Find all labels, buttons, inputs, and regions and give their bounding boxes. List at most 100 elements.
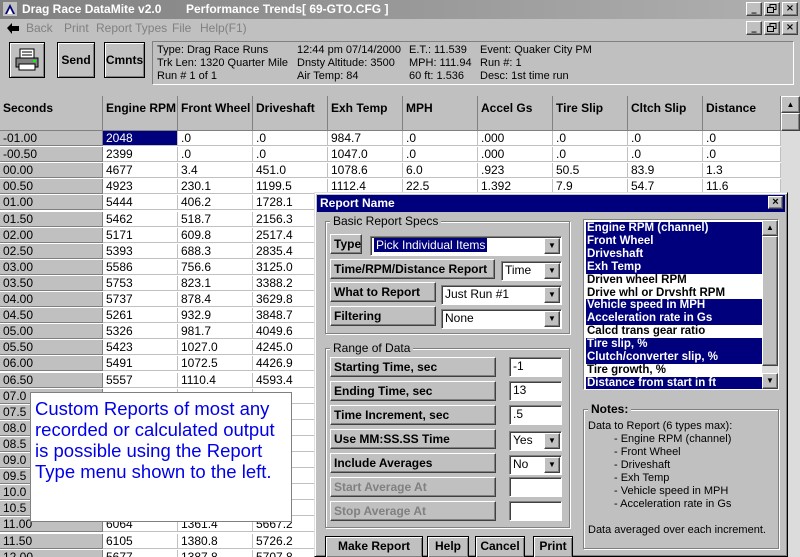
grid-cell[interactable]: 4677 <box>103 163 178 179</box>
grid-cell[interactable]: 230.1 <box>178 179 253 195</box>
column-header[interactable]: Driveshaft <box>253 96 328 131</box>
chevron-down-icon[interactable]: ▼ <box>544 263 560 279</box>
mm-time-select[interactable]: Yes ▼ <box>509 431 562 451</box>
row-header[interactable]: 05.50 <box>0 340 103 356</box>
column-header[interactable]: MPH <box>403 96 478 131</box>
row-header[interactable]: 12.00 <box>0 549 103 557</box>
chevron-down-icon[interactable]: ▼ <box>544 287 560 303</box>
column-header[interactable]: Tire Slip <box>553 96 628 131</box>
start-time-input[interactable]: -1 <box>509 357 562 377</box>
row-header[interactable]: 05.00 <box>0 324 103 340</box>
menu-back[interactable]: Back <box>26 21 53 35</box>
grid-cell[interactable]: 5171 <box>103 227 178 243</box>
chevron-down-icon[interactable]: ▼ <box>544 311 560 327</box>
grid-cell[interactable]: 5393 <box>103 243 178 259</box>
list-item[interactable]: Distance from start in ft <box>586 376 762 389</box>
grid-cell[interactable]: 1110.4 <box>178 372 253 388</box>
grid-cell[interactable]: 5462 <box>103 211 178 227</box>
start-average-input[interactable] <box>509 477 562 497</box>
back-arrow-icon[interactable] <box>6 22 20 35</box>
grid-cell[interactable]: .0 <box>403 147 478 163</box>
grid-cell[interactable]: 1072.5 <box>178 356 253 372</box>
grid-cell[interactable]: 1387.8 <box>178 549 253 557</box>
grid-cell[interactable]: 5423 <box>103 340 178 356</box>
scroll-up-arrow-icon[interactable]: ▲ <box>762 220 778 236</box>
column-header[interactable]: Front Wheel <box>178 96 253 131</box>
chevron-down-icon[interactable]: ▼ <box>544 433 560 449</box>
mdi-restore-button[interactable] <box>764 21 780 35</box>
grid-cell[interactable]: 5737 <box>103 292 178 307</box>
menu-print[interactable]: Print <box>64 21 89 35</box>
grid-cell[interactable]: 3.4 <box>178 163 253 179</box>
row-header[interactable]: 03.00 <box>0 259 103 275</box>
print-report-button[interactable]: Print <box>533 536 573 557</box>
report-items-list[interactable]: Distance from start in ft Tire growth, % C… <box>583 219 779 390</box>
grid-cell[interactable]: 756.6 <box>178 259 253 275</box>
row-header[interactable]: 00.50 <box>0 179 103 195</box>
grid-cell[interactable]: 406.2 <box>178 195 253 211</box>
increment-input[interactable]: .5 <box>509 405 562 425</box>
minimize-button[interactable]: _ <box>746 2 762 16</box>
grid-cell[interactable]: .0 <box>553 131 628 146</box>
grid-cell[interactable]: 981.7 <box>178 324 253 340</box>
dialog-close-icon[interactable]: × <box>768 196 783 209</box>
grid-cell[interactable]: .0 <box>628 147 703 163</box>
column-header[interactable]: Exh Temp <box>328 96 403 131</box>
grid-cell[interactable]: .0 <box>178 147 253 163</box>
grid-cell[interactable]: 5491 <box>103 356 178 372</box>
row-header[interactable]: 11.50 <box>0 533 103 549</box>
grid-cell[interactable]: .000 <box>478 131 553 146</box>
grid-cell[interactable]: 1047.0 <box>328 147 403 163</box>
column-header[interactable]: Seconds <box>0 96 103 131</box>
chevron-down-icon[interactable]: ▼ <box>544 457 560 473</box>
row-header[interactable]: 06.50 <box>0 372 103 388</box>
trd-select[interactable]: Time ▼ <box>501 261 562 281</box>
list-item[interactable]: Driveshaft <box>586 247 762 261</box>
grid-cell[interactable]: .0 <box>253 131 328 146</box>
list-item[interactable]: Vehicle speed in MPH <box>586 299 762 313</box>
grid-cell[interactable]: .0 <box>178 131 253 146</box>
mdi-minimize-button[interactable]: _ <box>746 21 762 35</box>
type-select[interactable]: Pick Individual Items ▼ <box>370 236 562 256</box>
row-header[interactable]: 01.50 <box>0 211 103 227</box>
grid-cell[interactable]: 823.1 <box>178 275 253 291</box>
make-report-button[interactable]: Make Report <box>325 536 423 557</box>
grid-cell[interactable]: 5444 <box>103 195 178 211</box>
menu-file[interactable]: File <box>172 21 191 35</box>
stop-average-input[interactable] <box>509 501 562 521</box>
menu-report-types[interactable]: Report Types <box>96 21 167 35</box>
row-header[interactable]: -00.50 <box>0 147 103 163</box>
averages-select[interactable]: No ▼ <box>509 455 562 475</box>
row-header[interactable]: 02.50 <box>0 243 103 259</box>
grid-cell[interactable]: 518.7 <box>178 211 253 227</box>
grid-cell[interactable]: 5557 <box>103 372 178 388</box>
list-item[interactable]: Front Wheel <box>586 234 762 248</box>
grid-cell[interactable]: 609.8 <box>178 227 253 243</box>
print-button[interactable] <box>9 42 45 78</box>
grid-cell[interactable]: 5586 <box>103 259 178 275</box>
grid-cell[interactable]: 1078.6 <box>328 163 403 179</box>
list-item[interactable]: Driven wheel RPM <box>586 274 762 287</box>
close-button[interactable]: × <box>782 2 798 16</box>
what-select[interactable]: Just Run #1 ▼ <box>441 285 562 305</box>
chevron-down-icon[interactable]: ▼ <box>544 238 560 254</box>
grid-cell[interactable]: 5677 <box>103 549 178 557</box>
grid-cell[interactable]: 878.4 <box>178 292 253 307</box>
row-header[interactable]: -01.00 <box>0 131 103 146</box>
grid-cell[interactable]: 5261 <box>103 308 178 324</box>
grid-cell[interactable]: 4923 <box>103 179 178 195</box>
grid-cell[interactable]: 932.9 <box>178 308 253 324</box>
row-header[interactable]: 04.00 <box>0 292 103 307</box>
grid-cell[interactable]: 984.7 <box>328 131 403 146</box>
grid-cell[interactable]: 6.0 <box>403 163 478 179</box>
column-header[interactable]: Accel Gs <box>478 96 553 131</box>
grid-cell[interactable]: 688.3 <box>178 243 253 259</box>
restore-button[interactable] <box>764 2 780 16</box>
grid-cell[interactable]: .0 <box>253 147 328 163</box>
list-scrollbar[interactable]: ▲ ▼ <box>762 220 778 389</box>
grid-cell[interactable]: 50.5 <box>553 163 628 179</box>
row-header[interactable]: 03.50 <box>0 275 103 291</box>
end-time-input[interactable]: 13 <box>509 381 562 401</box>
column-header[interactable]: Cltch Slip <box>628 96 703 131</box>
grid-cell[interactable]: .0 <box>553 147 628 163</box>
